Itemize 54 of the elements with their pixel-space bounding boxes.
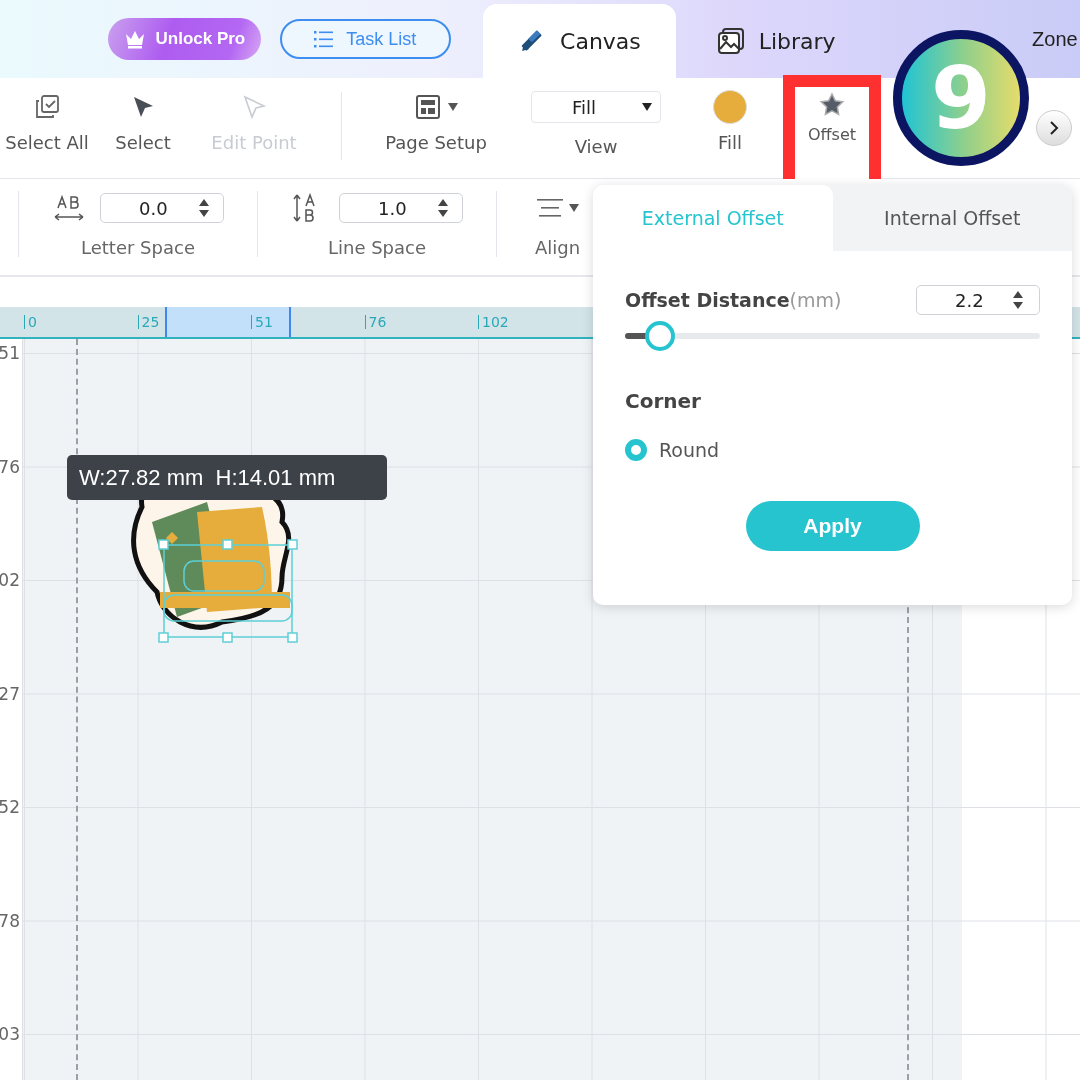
tool-button[interactable]: Fill View: [529, 78, 663, 178]
field-label: Align: [535, 237, 581, 258]
letter-spacing-icon: [52, 193, 86, 223]
ruler-label: 02: [0, 570, 20, 590]
tool-button[interactable]: Select All: [0, 78, 94, 178]
tab[interactable]: Canvas: [482, 4, 677, 78]
crown-icon: [123, 29, 146, 49]
field-label: Line Space: [327, 237, 427, 258]
number-field[interactable]: 2.2: [916, 285, 1040, 315]
radio-label: Round: [659, 439, 720, 461]
selection-box[interactable]: [158, 539, 298, 643]
ruler-label: 78: [0, 910, 20, 931]
view-dropdown[interactable]: Fill: [531, 91, 661, 123]
ruler-label: 52: [0, 797, 20, 817]
number-field[interactable]: 1.0: [339, 193, 463, 223]
tool-button[interactable]: Page Setup: [375, 78, 497, 178]
layout-icon: [414, 93, 442, 121]
radio-button[interactable]: [625, 439, 647, 461]
ruler-label: 51: [251, 315, 273, 329]
chevron-right-icon: [1049, 121, 1059, 135]
caret-icon: [568, 204, 579, 212]
caret-icon: [448, 103, 458, 111]
size-tooltip: W:27.82 mm H:14.01 mm: [67, 455, 387, 500]
unlock-pro-button[interactable]: Unlock Pro: [108, 18, 261, 60]
ruler-label: 27: [0, 683, 20, 704]
field-label: Letter Space: [81, 237, 195, 258]
tab[interactable]: Zone: [1032, 19, 1080, 59]
ruler-label: 03: [0, 1024, 20, 1044]
star-icon: [819, 92, 845, 118]
step-number-badge: 9: [893, 30, 1029, 166]
spinner-arrows-icon: [199, 199, 209, 217]
spinner-arrows-icon: [1013, 291, 1023, 309]
tool-button[interactable]: Offset: [783, 75, 881, 179]
tab[interactable]: Library: [696, 4, 857, 78]
caret-icon: [642, 103, 652, 111]
corner-label: Corner: [625, 389, 702, 413]
distance-label: Offset Distance(mm): [625, 289, 842, 311]
list-icon: [314, 30, 335, 48]
number-field[interactable]: 0.0: [100, 193, 224, 223]
tool-button[interactable]: Fill: [700, 78, 760, 178]
align-center-icon: [536, 198, 563, 218]
ruler-label: 25: [137, 315, 160, 329]
tool-button[interactable]: Select: [103, 78, 183, 178]
tab[interactable]: Internal Offset: [832, 185, 1072, 251]
select-all-icon: [33, 93, 61, 121]
images-icon: [716, 27, 745, 55]
ruler-label: 51: [0, 343, 20, 363]
slider-thumb[interactable]: [645, 321, 676, 351]
ruler-label: 76: [364, 315, 387, 329]
next-button[interactable]: [1036, 110, 1072, 146]
ruler-label: 0: [24, 315, 37, 329]
ruler-label: 102: [478, 315, 509, 329]
ruler-label: 76: [0, 456, 20, 477]
spinner-arrows-icon: [438, 199, 448, 217]
